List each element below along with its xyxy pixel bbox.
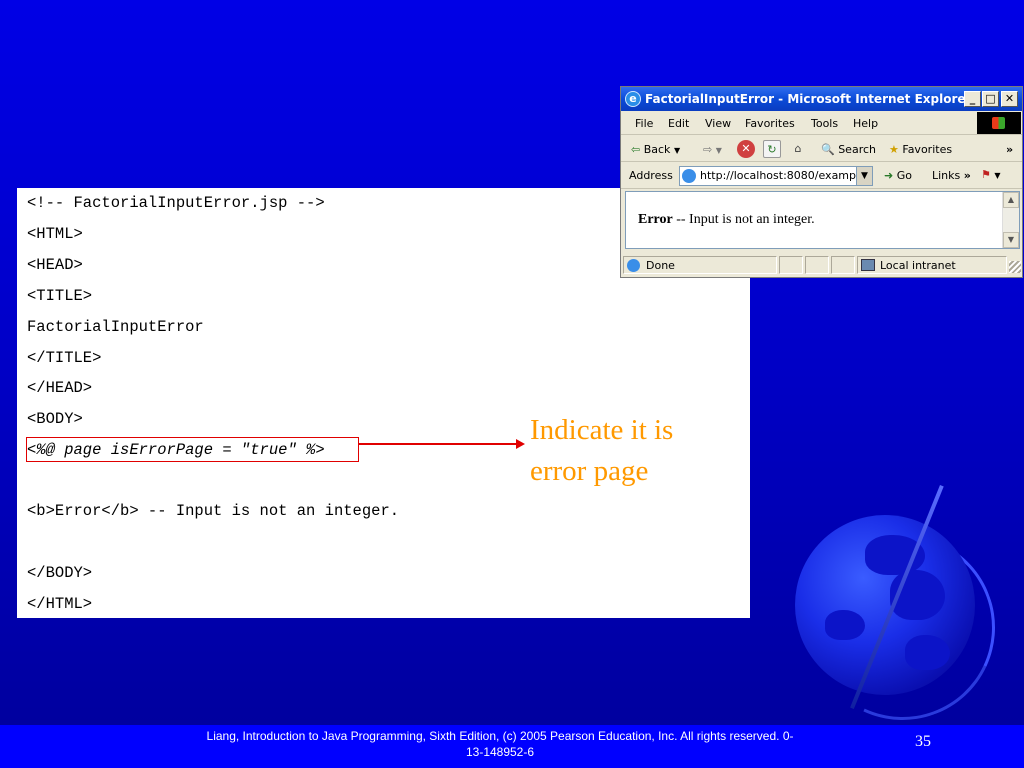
code-line: <!-- FactorialInputError.jsp --> (27, 194, 325, 212)
menu-edit[interactable]: Edit (668, 117, 689, 130)
code-line: <TITLE> (27, 287, 93, 305)
search-icon: 🔍 (821, 143, 835, 156)
address-input[interactable]: http://localhost:8080/example ▼ (679, 166, 873, 186)
acrobat-icon[interactable]: ⚑ ▼ (981, 168, 1001, 181)
search-button[interactable]: 🔍 Search (821, 143, 876, 156)
code-line: <HEAD> (27, 256, 83, 274)
back-dropdown-icon: ▼ (673, 146, 681, 155)
menu-tools[interactable]: Tools (811, 117, 838, 130)
menu-file[interactable]: File (635, 117, 653, 130)
code-line: </TITLE> (27, 349, 102, 367)
links-button[interactable]: Links » (932, 169, 971, 182)
search-label: Search (838, 143, 876, 156)
favorites-button[interactable]: ★ Favorites (889, 143, 952, 156)
links-label: Links (932, 169, 961, 182)
ie-logo-icon: e (625, 91, 641, 107)
globe-sphere (795, 515, 975, 695)
menu-help[interactable]: Help (853, 117, 878, 130)
go-label: Go (896, 169, 912, 182)
page-content-area: Error -- Input is not an integer. ▲ ▼ (625, 191, 1020, 249)
browser-title-bar[interactable]: e FactorialInputError - Microsoft Intern… (621, 87, 1022, 111)
code-line: <HTML> (27, 225, 83, 243)
menu-favorites[interactable]: Favorites (745, 117, 795, 130)
intranet-icon (861, 259, 875, 271)
code-line: </HEAD> (27, 379, 93, 397)
favorites-star-icon: ★ (889, 143, 899, 156)
menu-bar: File Edit View Favorites Tools Help (621, 111, 1022, 135)
back-button[interactable]: ⇦ Back ▼ (631, 143, 680, 156)
maximize-button[interactable]: □ (982, 91, 999, 107)
footer-copyright: Liang, Introduction to Java Programming,… (206, 729, 794, 759)
favorites-label: Favorites (902, 143, 953, 156)
address-label: Address (629, 169, 673, 182)
address-bar: Address http://localhost:8080/example ▼ … (621, 163, 1022, 189)
address-value: http://localhost:8080/example (700, 169, 866, 182)
stop-icon[interactable]: ✕ (737, 140, 755, 158)
close-button[interactable]: ✕ (1001, 91, 1018, 107)
minimize-button[interactable]: _ (964, 91, 981, 107)
status-zone-cell: Local intranet (857, 256, 1007, 274)
code-line: <b>Error</b> -- Input is not an integer. (27, 502, 400, 520)
status-done: Done (646, 259, 675, 272)
status-bar: Done Local intranet (621, 253, 1022, 277)
go-button[interactable]: ➜ Go (884, 169, 912, 182)
standard-toolbar: ⇦ Back ▼ ⇨ ▼ ✕ ↻ ⌂ 🔍 Search ★ Favorites … (621, 136, 1022, 162)
status-cell (779, 256, 803, 274)
forward-button[interactable]: ⇨ ▼ (703, 143, 722, 156)
back-label: Back (643, 143, 671, 156)
vertical-scrollbar[interactable]: ▲ ▼ (1002, 192, 1019, 248)
page-content-text: Error -- Input is not an integer. (638, 212, 815, 228)
error-directive-highlight-box (26, 437, 359, 462)
browser-title: FactorialInputError - Microsoft Internet… (645, 92, 972, 106)
page-globe-icon (682, 169, 696, 183)
globe-decoration (783, 485, 1022, 747)
code-line: <BODY> (27, 410, 83, 428)
code-line: </BODY> (27, 564, 93, 582)
error-message: -- Input is not an integer. (672, 212, 815, 227)
annotation-text: Indicate it is error page (530, 414, 674, 487)
status-done-cell: Done (623, 256, 777, 274)
status-zone: Local intranet (880, 259, 956, 272)
status-cell (805, 256, 829, 274)
browser-window: e FactorialInputError - Microsoft Intern… (620, 86, 1023, 278)
slide-page-number: 35 (915, 733, 931, 750)
links-chevron-icon: » (963, 169, 971, 182)
home-icon[interactable]: ⌂ (789, 140, 807, 158)
scroll-down-icon[interactable]: ▼ (1003, 232, 1019, 248)
resize-grip-icon[interactable] (1009, 261, 1021, 273)
back-arrow-icon: ⇦ (631, 143, 641, 156)
error-label: Error (638, 212, 673, 227)
refresh-icon[interactable]: ↻ (763, 140, 781, 158)
go-arrow-icon: ➜ (884, 169, 894, 182)
code-line: </HTML> (27, 595, 93, 613)
annotation-arrow-line (359, 443, 521, 445)
toolbar-overflow-chevron-icon[interactable]: » (1006, 143, 1013, 156)
windows-logo-icon (977, 112, 1021, 134)
code-line: FactorialInputError (27, 318, 204, 336)
done-page-icon (627, 259, 640, 272)
scroll-up-icon[interactable]: ▲ (1003, 192, 1019, 208)
status-cell (831, 256, 855, 274)
menu-view[interactable]: View (705, 117, 731, 130)
annotation-arrow-head (516, 439, 525, 449)
address-dropdown-icon[interactable]: ▼ (856, 167, 872, 185)
